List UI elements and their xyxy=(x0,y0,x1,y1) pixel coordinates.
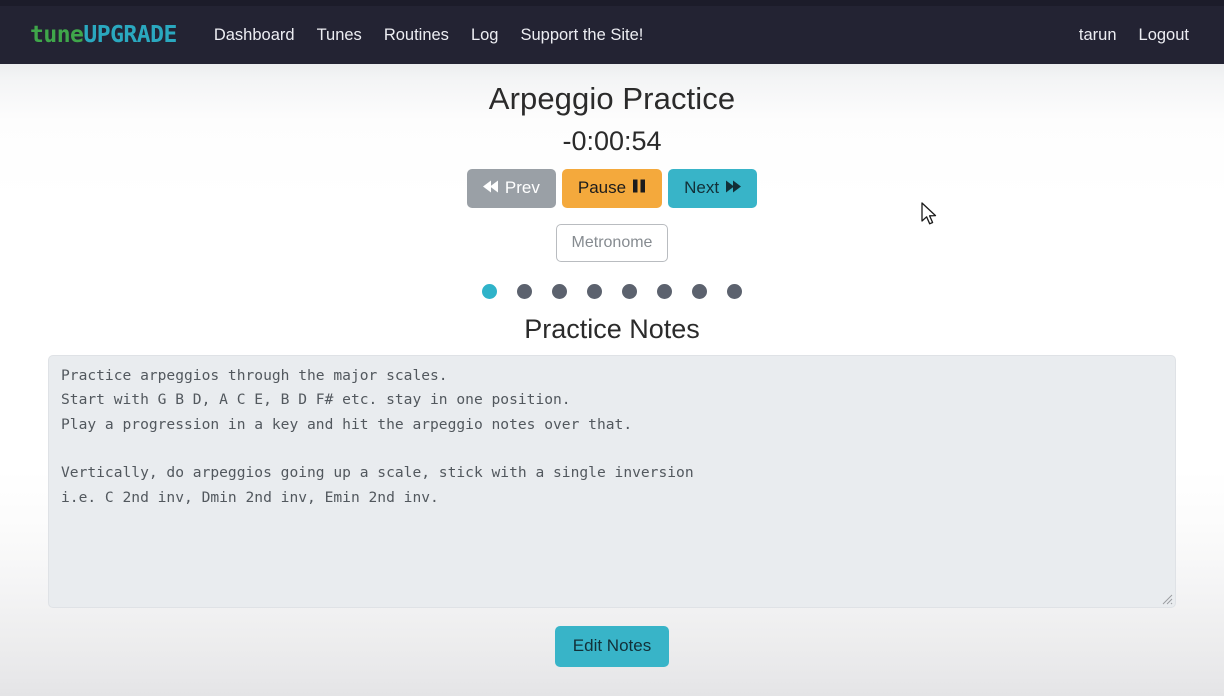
progress-dot-6[interactable] xyxy=(657,283,672,299)
progress-dot-4[interactable] xyxy=(587,283,602,299)
nav-link-log[interactable]: Log xyxy=(460,21,510,50)
progress-dots xyxy=(0,283,1224,299)
progress-dot-7[interactable] xyxy=(692,283,707,299)
progress-dot-1[interactable] xyxy=(482,283,497,299)
practice-notes-heading: Practice Notes xyxy=(524,313,700,344)
prev-button[interactable]: Prev xyxy=(466,169,556,209)
metronome-button[interactable]: Metronome xyxy=(555,224,669,262)
practice-page: Arpeggio Practice -0:00:54 Prev Pause Ne… xyxy=(0,64,1224,667)
practice-notes-textarea[interactable] xyxy=(48,355,1176,609)
practice-notes-container xyxy=(0,345,1224,609)
prev-button-label: Prev xyxy=(504,178,540,198)
top-navbar: tuneUPGRADE Dashboard Tunes Routines Log… xyxy=(0,0,1224,64)
nav-link-tunes[interactable]: Tunes xyxy=(306,21,373,50)
progress-dot-2[interactable] xyxy=(517,283,532,299)
pause-button-label: Pause xyxy=(577,178,627,198)
edit-notes-container: Edit Notes xyxy=(0,626,1224,667)
playback-controls: Prev Pause Next xyxy=(0,169,1224,209)
progress-dot-5[interactable] xyxy=(622,283,637,299)
fast-forward-icon xyxy=(725,177,742,200)
brand-logo-upgrade: UPGRADE xyxy=(83,22,177,48)
next-button-label: Next xyxy=(684,178,720,198)
nav-link-dashboard[interactable]: Dashboard xyxy=(203,21,306,50)
rewind-icon xyxy=(482,177,499,200)
primary-nav: Dashboard Tunes Routines Log Support the… xyxy=(203,21,655,50)
progress-dot-3[interactable] xyxy=(552,283,567,299)
pause-icon xyxy=(632,177,646,200)
next-button[interactable]: Next xyxy=(668,169,758,209)
progress-dot-8[interactable] xyxy=(727,283,742,299)
user-nav: tarun Logout xyxy=(1068,21,1200,50)
page-title: Arpeggio Practice xyxy=(488,81,736,116)
nav-link-support[interactable]: Support the Site! xyxy=(509,21,654,50)
nav-link-routines[interactable]: Routines xyxy=(373,21,460,50)
brand-logo[interactable]: tuneUPGRADE xyxy=(30,22,177,48)
countdown-timer: -0:00:54 xyxy=(562,125,662,156)
mouse-cursor-arrow xyxy=(921,202,938,232)
brand-logo-tune: tune xyxy=(30,22,84,48)
nav-username[interactable]: tarun xyxy=(1068,21,1128,50)
edit-notes-button[interactable]: Edit Notes xyxy=(554,626,670,667)
nav-logout[interactable]: Logout xyxy=(1128,21,1200,50)
pause-button[interactable]: Pause xyxy=(561,169,663,209)
